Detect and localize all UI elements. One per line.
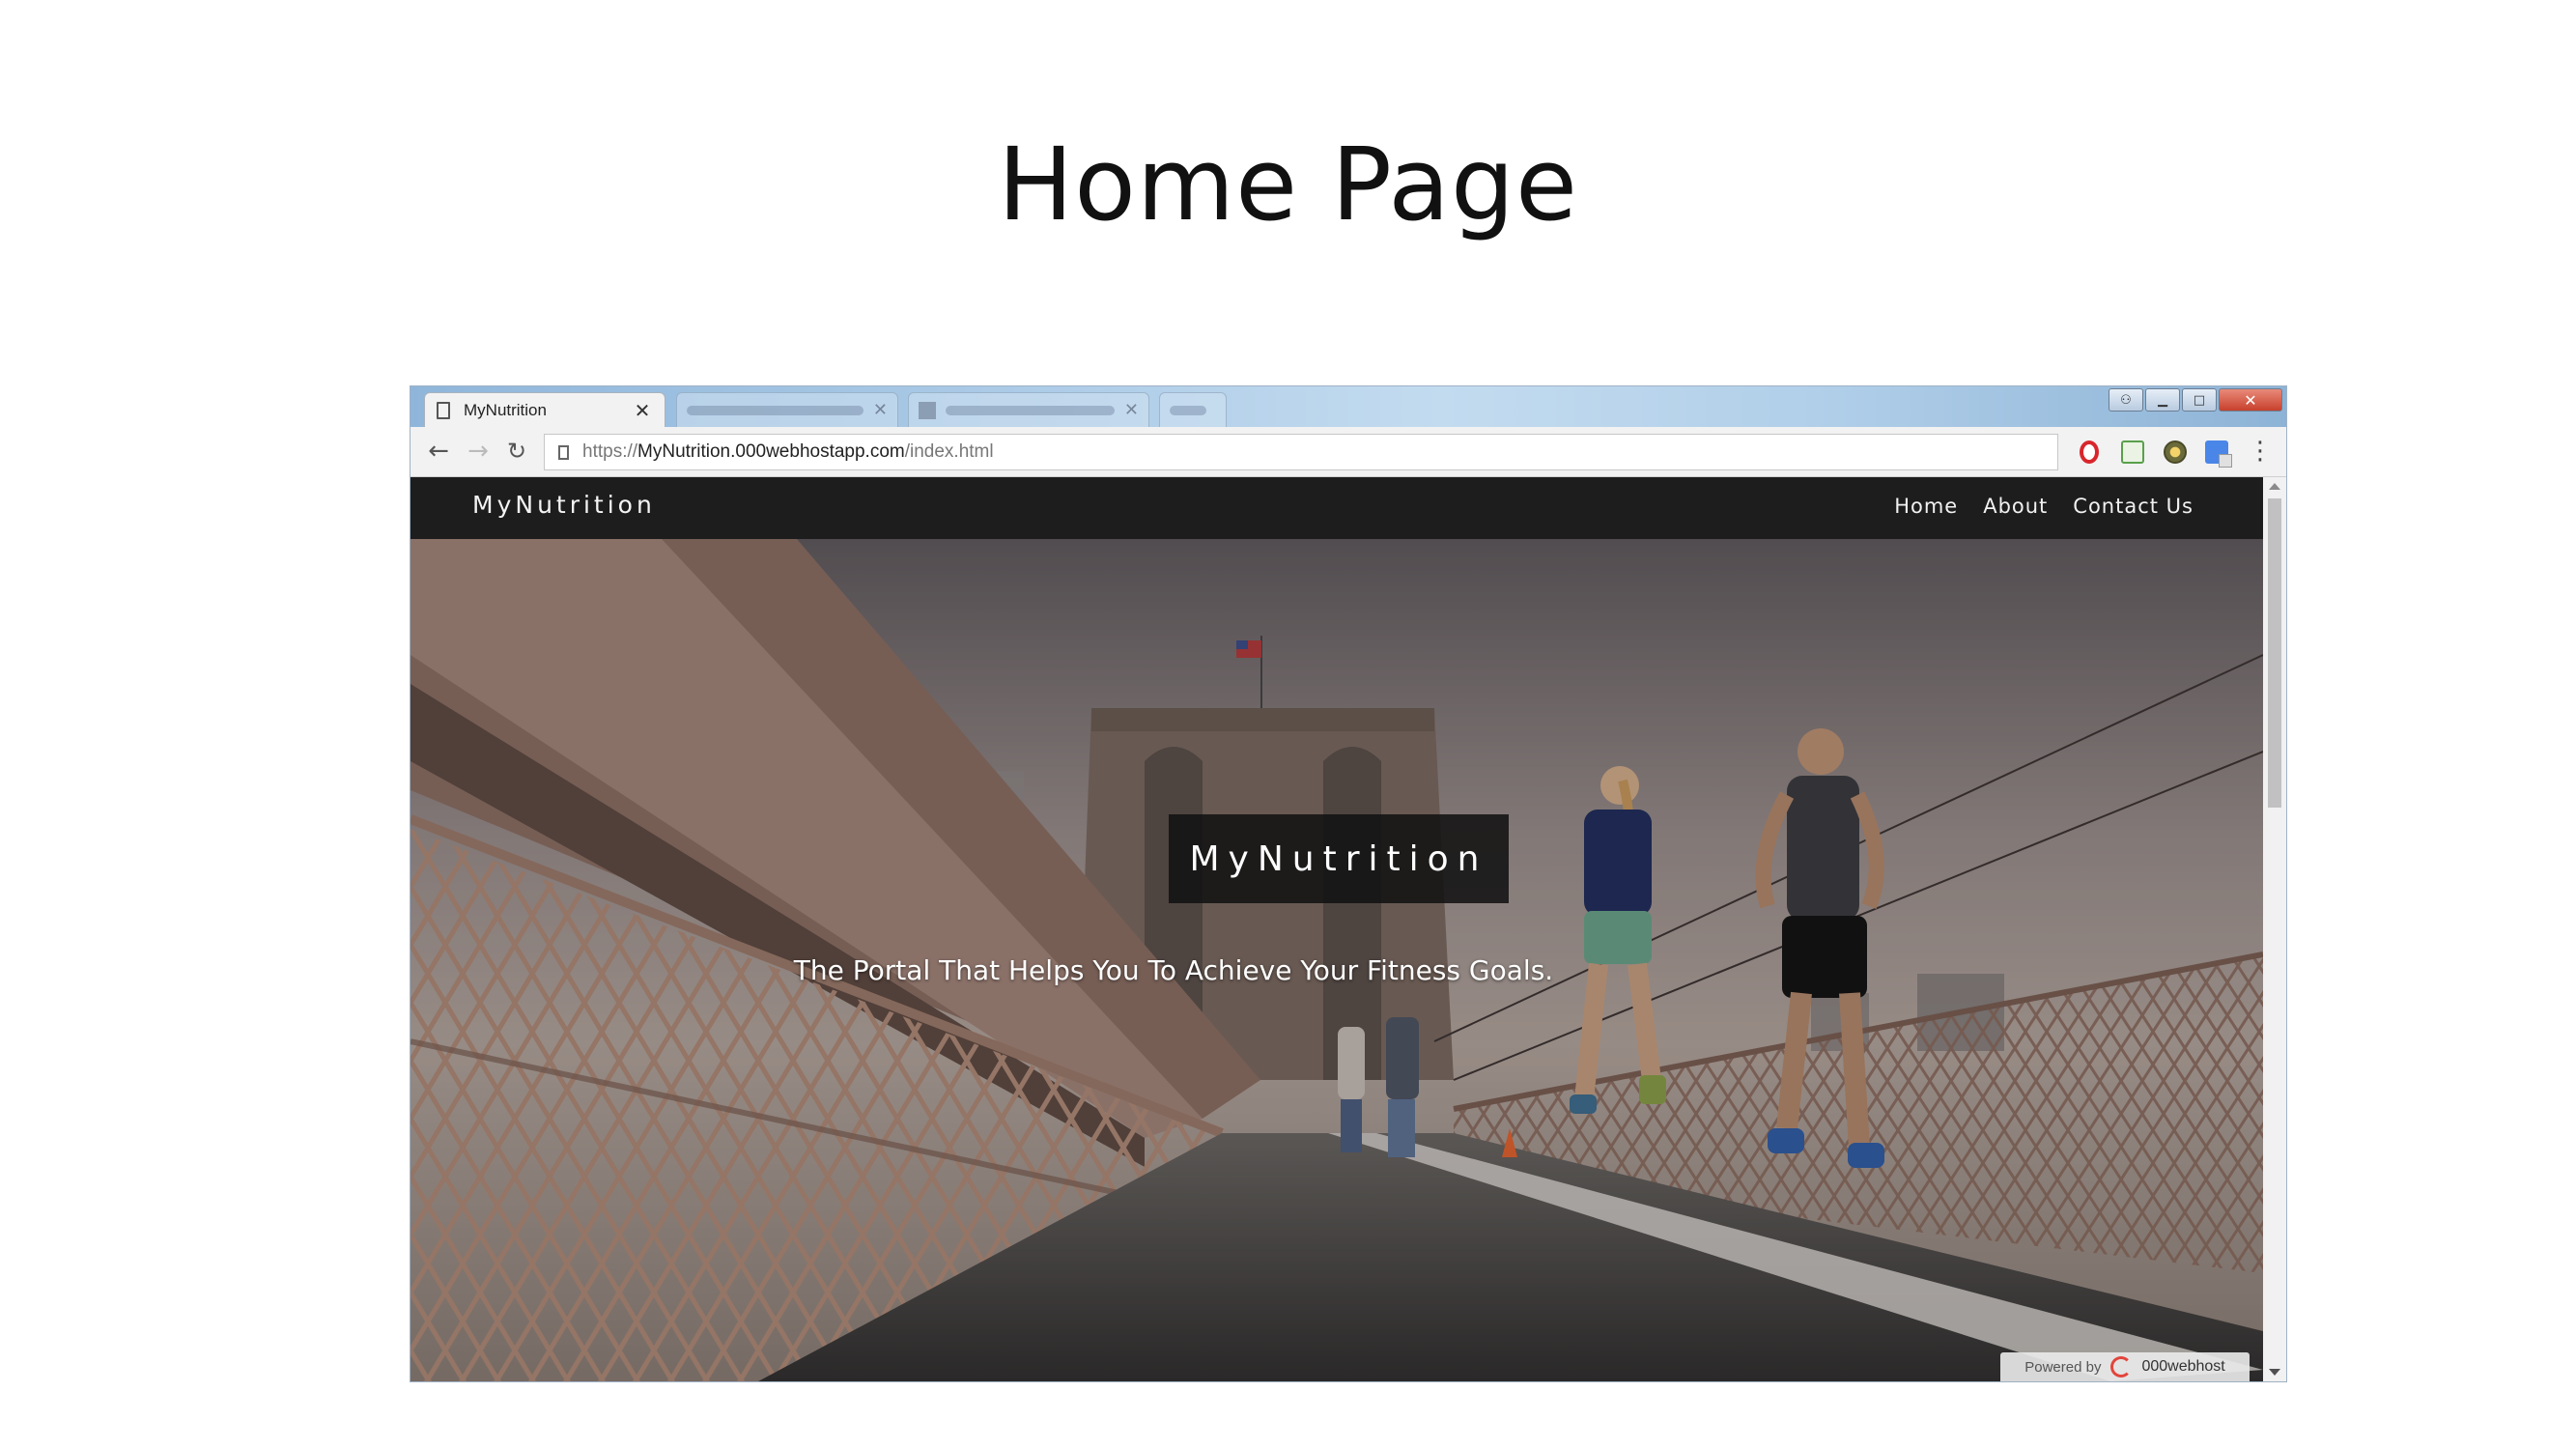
- close-window-button[interactable]: ✕: [2219, 388, 2282, 412]
- tab-label: MyNutrition: [464, 400, 547, 419]
- browser-toolbar: ← → ↻ https://MyNutrition.000webhostapp.…: [410, 427, 2286, 477]
- site-navbar: MyNutrition Home About Contact Us: [410, 477, 2263, 539]
- browser-window: MyNutrition ✕ ✕ ✕ ⚇ ▁ □ ✕ ← → ↻ https://…: [410, 386, 2286, 1381]
- mail-extension-icon[interactable]: [2121, 440, 2144, 464]
- opera-extension-icon[interactable]: [2080, 440, 2099, 464]
- back-arrow-icon[interactable]: ←: [424, 437, 453, 466]
- close-tab-icon[interactable]: ✕: [632, 399, 653, 422]
- favicon-icon: [919, 401, 936, 419]
- powered-by-brand: 000webhost: [2141, 1358, 2225, 1375]
- nav-link-about[interactable]: About: [1983, 495, 2048, 518]
- profile-icon[interactable]: ⚇: [2109, 388, 2143, 412]
- vertical-scrollbar[interactable]: [2263, 477, 2286, 1381]
- translate-extension-icon[interactable]: [2205, 440, 2232, 468]
- powered-by-label: Powered by: [2024, 1358, 2102, 1376]
- blurred-tab-title: [946, 405, 1115, 415]
- webhost-logo-icon: [2110, 1356, 2133, 1378]
- hero-section: MyNutrition The Portal That Helps You To…: [410, 539, 2263, 1381]
- hero-title-box: MyNutrition: [1169, 814, 1509, 903]
- blurred-tab-title: [687, 405, 863, 415]
- site-nav-links: Home About Contact Us: [1894, 495, 2194, 518]
- scroll-thumb[interactable]: [2268, 498, 2281, 808]
- slide-title: Home Page: [998, 126, 1578, 243]
- url-path: /index.html: [904, 441, 994, 462]
- page-info-icon[interactable]: [558, 444, 569, 460]
- address-bar[interactable]: https://MyNutrition.000webhostapp.com/in…: [544, 434, 2058, 470]
- page-icon: [437, 401, 450, 419]
- nav-link-contact[interactable]: Contact Us: [2073, 495, 2194, 518]
- tab-background-3[interactable]: [1159, 392, 1227, 427]
- menu-icon[interactable]: ⋮: [2248, 437, 2273, 466]
- web-viewport: MyNutrition Home About Contact Us MyNutr…: [410, 477, 2263, 1381]
- nav-link-home[interactable]: Home: [1894, 495, 1958, 518]
- reload-icon[interactable]: ↻: [502, 437, 531, 466]
- hero-title: MyNutrition: [1189, 838, 1488, 879]
- close-tab-icon[interactable]: ✕: [873, 400, 888, 420]
- scroll-up-icon[interactable]: [2269, 483, 2280, 490]
- blurred-tab-title: [1170, 405, 1206, 415]
- tab-mynutrition[interactable]: MyNutrition ✕: [424, 392, 665, 427]
- tab-background-2[interactable]: ✕: [908, 392, 1149, 427]
- url-scheme: https://: [582, 441, 638, 462]
- shield-extension-icon[interactable]: [2164, 440, 2187, 464]
- tab-strip: MyNutrition ✕ ✕ ✕ ⚇ ▁ □ ✕: [410, 386, 2286, 427]
- scroll-down-icon[interactable]: [2269, 1369, 2280, 1376]
- maximize-button[interactable]: □: [2182, 388, 2217, 412]
- url-host: MyNutrition.000webhostapp.com: [637, 441, 905, 462]
- minimize-button[interactable]: ▁: [2145, 388, 2180, 412]
- close-tab-icon[interactable]: ✕: [1124, 400, 1139, 420]
- window-controls: ⚇ ▁ □ ✕: [2109, 388, 2282, 412]
- powered-by-badge[interactable]: Powered by 000webhost: [2000, 1352, 2250, 1381]
- hero-tagline: The Portal That Helps You To Achieve You…: [793, 954, 1554, 986]
- forward-arrow-icon[interactable]: →: [464, 437, 493, 466]
- site-brand[interactable]: MyNutrition: [472, 491, 656, 519]
- tab-background-1[interactable]: ✕: [676, 392, 898, 427]
